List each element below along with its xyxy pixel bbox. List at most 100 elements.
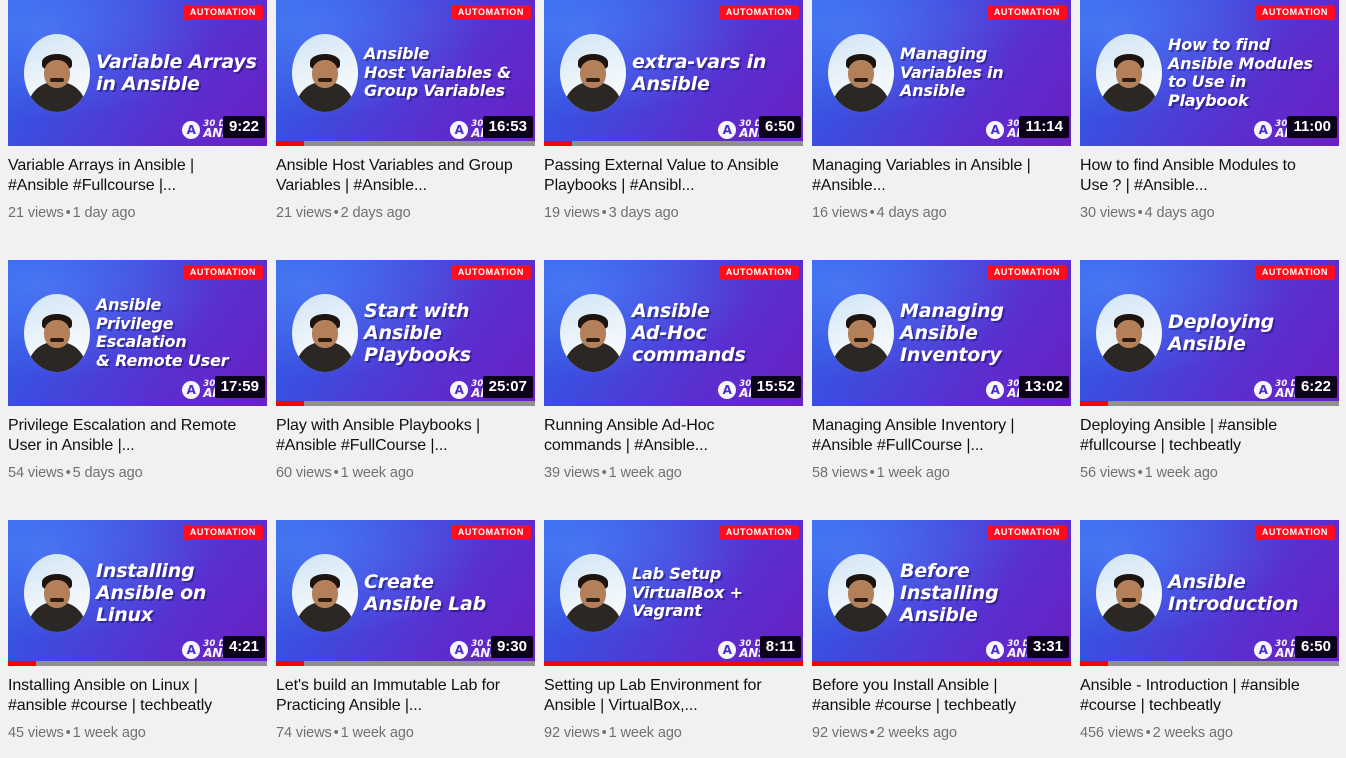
video-card[interactable]: AUTOMATION Installing Ansible on Linux A 30… <box>0 520 268 758</box>
watch-progress-bar <box>1080 661 1339 666</box>
video-card[interactable]: AUTOMATION Ansible Host Variables & Group… <box>268 0 536 260</box>
avatar-stache <box>50 598 64 602</box>
thumbnail-title-text: Ansible Host Variables & Group Variables <box>364 44 511 101</box>
avatar-face <box>848 60 874 88</box>
video-title[interactable]: Passing External Value to Ansible Playbo… <box>544 156 792 196</box>
video-title[interactable]: How to find Ansible Modules to Use ? | #… <box>1080 156 1328 196</box>
ansible-logo-icon: A <box>450 380 469 399</box>
video-card[interactable]: AUTOMATION How to find Ansible Modules to… <box>1072 0 1340 260</box>
video-title[interactable]: Deploying Ansible | #ansible #fullcourse… <box>1080 416 1328 456</box>
stats-separator: • <box>601 725 607 741</box>
video-published-time: 2 weeks ago <box>1152 725 1233 741</box>
video-published-time: 5 days ago <box>72 465 143 481</box>
video-thumbnail[interactable]: AUTOMATIONAnsible IntroductionA30 DAYS O… <box>1080 520 1339 666</box>
avatar-stache <box>50 78 64 82</box>
avatar-stache <box>318 338 332 342</box>
presenter-avatar <box>1096 554 1162 632</box>
video-published-time: 4 days ago <box>1144 205 1215 221</box>
video-thumbnail[interactable]: AUTOMATION Lab Setup VirtualBox + Vagrant… <box>544 520 803 666</box>
stats-separator: • <box>869 725 875 741</box>
video-card[interactable]: AUTOMATION Variable Arrays in Ansible A 30 … <box>0 0 268 260</box>
video-thumbnail[interactable]: AUTOMATIONextra-vars in AnsibleA30 DAYS … <box>544 0 803 146</box>
ansible-logo-icon: A <box>1254 640 1273 659</box>
video-thumbnail[interactable]: AUTOMATION Variable Arrays in Ansible A 30 … <box>8 0 267 146</box>
video-duration-badge: 9:30 <box>490 636 533 658</box>
video-title[interactable]: Before you Install Ansible | #ansible #c… <box>812 676 1060 716</box>
video-view-count: 60 views <box>276 465 332 481</box>
video-card[interactable]: AUTOMATION Managing Ansible Inventory A 30 … <box>804 260 1072 520</box>
video-title[interactable]: Privilege Escalation and Remote User in … <box>8 416 256 456</box>
video-thumbnail[interactable]: AUTOMATIONDeploying AnsibleA30 DAYS OFAN… <box>1080 260 1339 406</box>
video-meta: Deploying Ansible | #ansible #fullcourse… <box>1072 406 1340 481</box>
automation-badge: AUTOMATION <box>450 5 531 20</box>
video-title[interactable]: Setting up Lab Environment for Ansible |… <box>544 676 792 716</box>
avatar-stache <box>1122 338 1136 342</box>
ansible-logo-icon: A <box>986 380 1005 399</box>
video-card[interactable]: AUTOMATIONCreate Ansible LabA30 DAYS OFA… <box>268 520 536 758</box>
video-card[interactable]: AUTOMATION Lab Setup VirtualBox + Vagrant… <box>536 520 804 758</box>
video-card[interactable]: AUTOMATION Start with Ansible Playbooks A 3… <box>268 260 536 520</box>
thumbnail-title-text: Ansible Introduction <box>1168 570 1299 615</box>
video-stats: 21 views • 1 day ago <box>8 205 256 221</box>
video-thumbnail[interactable]: AUTOMATION Managing Ansible Inventory A 30 … <box>812 260 1071 406</box>
video-meta: Installing Ansible on Linux | #ansible #… <box>0 666 268 741</box>
video-view-count: 30 views <box>1080 205 1136 221</box>
video-card[interactable]: AUTOMATION Managing Variables in Ansible A… <box>804 0 1072 260</box>
video-title[interactable]: Ansible Host Variables and Group Variabl… <box>276 156 524 196</box>
video-title[interactable]: Play with Ansible Playbooks | #Ansible #… <box>276 416 524 456</box>
video-title[interactable]: Managing Ansible Inventory | #Ansible #F… <box>812 416 1060 456</box>
thumbnail-title-text: Lab Setup VirtualBox + Vagrant <box>632 564 743 621</box>
video-thumbnail[interactable]: AUTOMATION Ansible Host Variables & Group… <box>276 0 535 146</box>
ansible-logo-icon: A <box>718 380 737 399</box>
avatar-face <box>312 60 338 88</box>
video-thumbnail[interactable]: AUTOMATION Start with Ansible Playbooks A 3… <box>276 260 535 406</box>
video-published-time: 1 week ago <box>608 465 682 481</box>
video-view-count: 16 views <box>812 205 868 221</box>
video-stats: 58 views • 1 week ago <box>812 465 1060 481</box>
avatar-stache <box>854 598 868 602</box>
video-published-time: 1 week ago <box>72 725 146 741</box>
video-thumbnail[interactable]: AUTOMATION Installing Ansible on Linux A 30… <box>8 520 267 666</box>
automation-badge: AUTOMATION <box>718 265 799 280</box>
video-thumbnail[interactable]: AUTOMATIONBefore Installing AnsibleA30 D… <box>812 520 1071 666</box>
watch-progress-fill <box>1080 401 1109 406</box>
video-thumbnail[interactable]: AUTOMATIONCreate Ansible LabA30 DAYS OFA… <box>276 520 535 666</box>
avatar-face <box>1116 580 1142 608</box>
video-card[interactable]: AUTOMATIONBefore Installing AnsibleA30 D… <box>804 520 1072 758</box>
presenter-avatar <box>828 554 894 632</box>
video-view-count: 456 views <box>1080 725 1144 741</box>
avatar-face <box>1116 320 1142 348</box>
video-card[interactable]: AUTOMATIONAnsible IntroductionA30 DAYS O… <box>1072 520 1340 758</box>
video-stats: 54 views • 5 days ago <box>8 465 256 481</box>
video-title[interactable]: Managing Variables in Ansible | #Ansible… <box>812 156 1060 196</box>
video-meta: Privilege Escalation and Remote User in … <box>0 406 268 481</box>
video-thumbnail[interactable]: AUTOMATION How to find Ansible Modules to… <box>1080 0 1339 146</box>
presenter-avatar <box>292 34 358 112</box>
video-card[interactable]: AUTOMATIONextra-vars in AnsibleA30 DAYS … <box>536 0 804 260</box>
automation-badge: AUTOMATION <box>986 5 1067 20</box>
automation-badge: AUTOMATION <box>182 265 263 280</box>
presenter-avatar <box>560 554 626 632</box>
video-card[interactable]: AUTOMATIONAnsible Ad-Hoc commandsA30 DAY… <box>536 260 804 520</box>
video-thumbnail[interactable]: AUTOMATION Ansible Privilege Escalation &… <box>8 260 267 406</box>
video-title[interactable]: Ansible - Introduction | #ansible #cours… <box>1080 676 1328 716</box>
automation-badge: AUTOMATION <box>1254 5 1335 20</box>
video-card[interactable]: AUTOMATION Ansible Privilege Escalation &… <box>0 260 268 520</box>
video-title[interactable]: Let's build an Immutable Lab for Practic… <box>276 676 524 716</box>
video-duration-badge: 16:53 <box>482 116 533 138</box>
video-published-time: 1 week ago <box>608 725 682 741</box>
watch-progress-fill <box>544 661 803 666</box>
video-title[interactable]: Running Ansible Ad-Hoc commands | #Ansib… <box>544 416 792 456</box>
ansible-logo-icon: A <box>450 120 469 139</box>
avatar-face <box>580 580 606 608</box>
video-view-count: 58 views <box>812 465 868 481</box>
video-title[interactable]: Installing Ansible on Linux | #ansible #… <box>8 676 256 716</box>
video-thumbnail[interactable]: AUTOMATION Managing Variables in Ansible A… <box>812 0 1071 146</box>
video-card[interactable]: AUTOMATIONDeploying AnsibleA30 DAYS OFAN… <box>1072 260 1340 520</box>
thumbnail-title-text: Before Installing Ansible <box>900 559 999 627</box>
video-title[interactable]: Variable Arrays in Ansible | #Ansible #F… <box>8 156 256 196</box>
presenter-avatar <box>292 294 358 372</box>
watch-progress-bar <box>544 661 803 666</box>
video-thumbnail[interactable]: AUTOMATIONAnsible Ad-Hoc commandsA30 DAY… <box>544 260 803 406</box>
video-meta: How to find Ansible Modules to Use ? | #… <box>1072 146 1340 221</box>
